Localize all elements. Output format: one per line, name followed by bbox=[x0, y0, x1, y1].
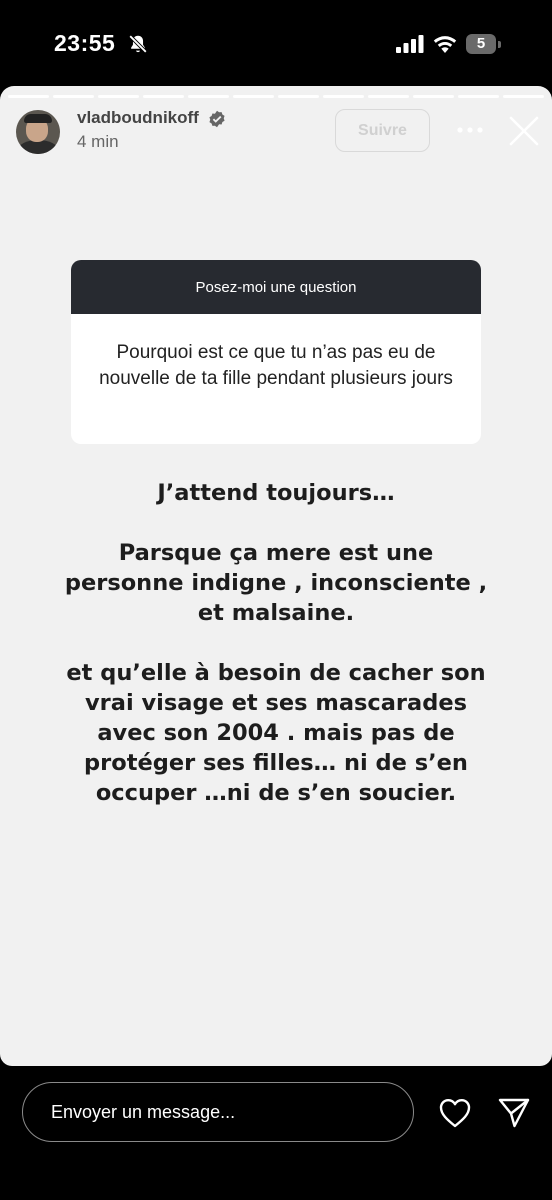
progress-segment bbox=[98, 95, 139, 98]
progress-segment bbox=[53, 95, 94, 98]
bell-slash-icon bbox=[128, 34, 148, 54]
close-icon[interactable] bbox=[508, 115, 540, 147]
battery-level: 5 bbox=[476, 35, 486, 52]
verified-badge-icon bbox=[209, 110, 225, 128]
username[interactable]: vladboudnikoff bbox=[77, 108, 199, 128]
progress-segment bbox=[8, 95, 49, 98]
follow-button[interactable]: Suivre bbox=[335, 109, 430, 152]
progress-segment bbox=[458, 95, 499, 98]
send-icon[interactable] bbox=[497, 1096, 531, 1130]
avatar[interactable] bbox=[16, 110, 60, 154]
battery-icon: 5 bbox=[466, 34, 502, 54]
message-input[interactable] bbox=[22, 1082, 414, 1142]
question-sticker: Posez-moi une question Pourquoi est ce q… bbox=[71, 260, 481, 444]
story-timestamp: 4 min bbox=[77, 132, 119, 151]
heart-icon[interactable] bbox=[438, 1097, 472, 1129]
progress-segment bbox=[503, 95, 544, 98]
status-bar: 23:55 5 bbox=[0, 0, 552, 86]
question-sticker-text: Pourquoi est ce que tu n’as pas eu de no… bbox=[99, 342, 453, 389]
story-answer-text: J’attend toujours… Parsque ça mere est u… bbox=[64, 480, 488, 806]
progress-segment bbox=[368, 95, 409, 98]
more-options-icon[interactable] bbox=[456, 120, 484, 140]
wifi-icon bbox=[433, 36, 457, 53]
progress-segment bbox=[233, 95, 274, 98]
signal-icon bbox=[396, 35, 424, 53]
progress-segment bbox=[143, 95, 184, 98]
story-progress-bar bbox=[8, 95, 544, 98]
reply-bar bbox=[0, 1066, 552, 1200]
progress-segment bbox=[188, 95, 229, 98]
progress-segment bbox=[278, 95, 319, 98]
story-card[interactable]: vladboudnikoff 4 min Suivre Posez-moi un… bbox=[0, 86, 552, 1066]
status-time: 23:55 bbox=[54, 30, 116, 56]
progress-segment bbox=[323, 95, 364, 98]
progress-segment bbox=[413, 95, 454, 98]
question-sticker-header: Posez-moi une question bbox=[71, 260, 481, 314]
